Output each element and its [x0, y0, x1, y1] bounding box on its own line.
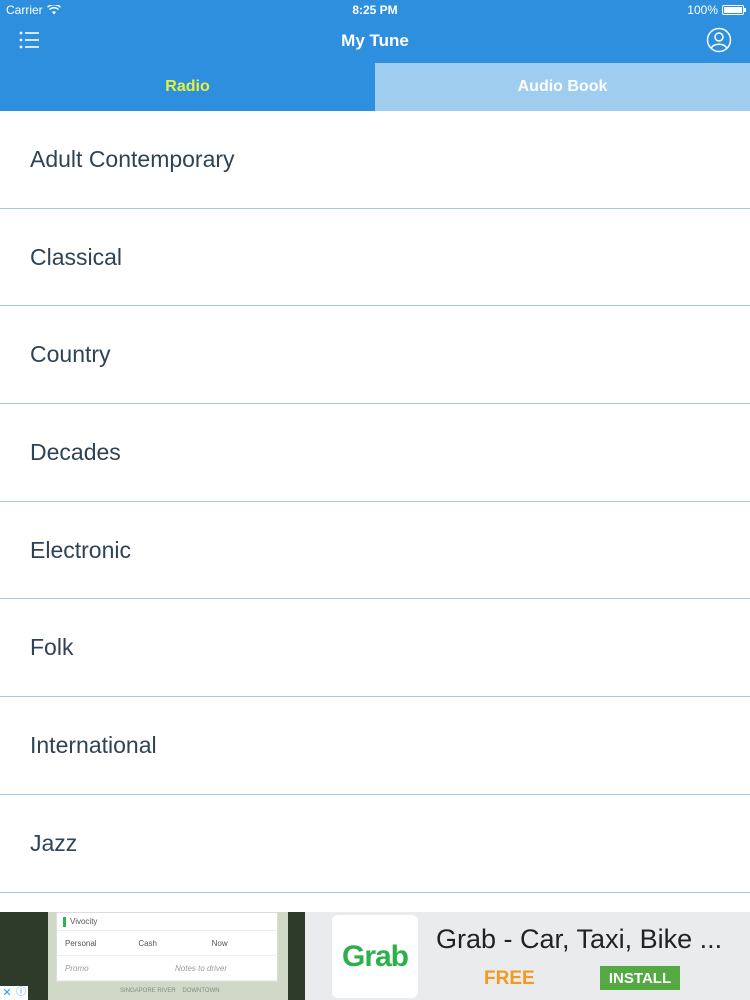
tab-radio[interactable]: Radio [0, 63, 375, 111]
ad-price: FREE [484, 968, 535, 989]
genre-item-country[interactable]: Country [0, 306, 750, 405]
genre-item-electronic[interactable]: Electronic [0, 502, 750, 600]
grab-logo: Grab [332, 915, 418, 998]
status-time: 8:25 PM [352, 3, 398, 17]
page-title: My Tune [341, 31, 409, 50]
ad-extras-row: Promo Notes to driver [57, 956, 277, 981]
battery-fill [724, 7, 742, 13]
location-marker-icon [63, 916, 66, 927]
ad-extra-promo: Promo [65, 963, 89, 973]
ad-map-labels: SINGAPORE RIVER DOWNTOWN [120, 988, 220, 994]
segmented-tabs: Radio Audio Book [0, 63, 750, 111]
genre-item-adult-contemporary[interactable]: Adult Contemporary [0, 111, 750, 209]
ad-map-label-river: SINGAPORE RIVER [120, 988, 176, 994]
ad-booking-card: Vivocity Personal Cash Now Promo Notes t… [56, 912, 278, 982]
grab-logo-text: Grab [341, 939, 409, 973]
ad-banner[interactable]: Vivocity Personal Cash Now Promo Notes t… [0, 912, 750, 1000]
top-bar: Carrier 8:25 PM 100% My Tune [0, 0, 750, 63]
install-button[interactable]: INSTALL [600, 966, 680, 990]
ad-title: Grab - Car, Taxi, Bike ... [436, 924, 723, 954]
genre-item-jazz[interactable]: Jazz [0, 795, 750, 893]
genre-item-classical[interactable]: Classical [0, 209, 750, 307]
genre-list: Adult Contemporary Classical Country Dec… [0, 111, 750, 912]
ad-close-icon[interactable]: ✕ [0, 986, 14, 1000]
genre-item-decades[interactable]: Decades [0, 404, 750, 502]
ad-app-screenshot: Vivocity Personal Cash Now Promo Notes t… [0, 912, 305, 1000]
ad-option-personal: Personal [65, 938, 97, 948]
user-profile-icon[interactable] [706, 27, 732, 53]
ad-location-label: Vivocity [70, 917, 98, 926]
ad-option-cash: Cash [138, 938, 158, 948]
ad-options-row: Personal Cash Now [57, 931, 277, 956]
ad-map-label-downtown: DOWNTOWN [182, 988, 220, 994]
ad-location-row: Vivocity [57, 913, 277, 931]
battery-label: 100% [687, 3, 718, 17]
status-bar: Carrier 8:25 PM 100% [0, 0, 750, 20]
ad-info-icon[interactable]: ⓘ [14, 986, 28, 1000]
ad-option-now: Now [211, 938, 228, 948]
nav-bar: My Tune [0, 20, 750, 63]
battery-indicator: 100% [687, 3, 746, 17]
genre-item-folk[interactable]: Folk [0, 599, 750, 698]
battery-icon [722, 5, 746, 15]
tab-audio-book[interactable]: Audio Book [375, 63, 750, 111]
ad-extra-notes: Notes to driver [175, 963, 228, 973]
genre-item-international[interactable]: International [0, 697, 750, 795]
